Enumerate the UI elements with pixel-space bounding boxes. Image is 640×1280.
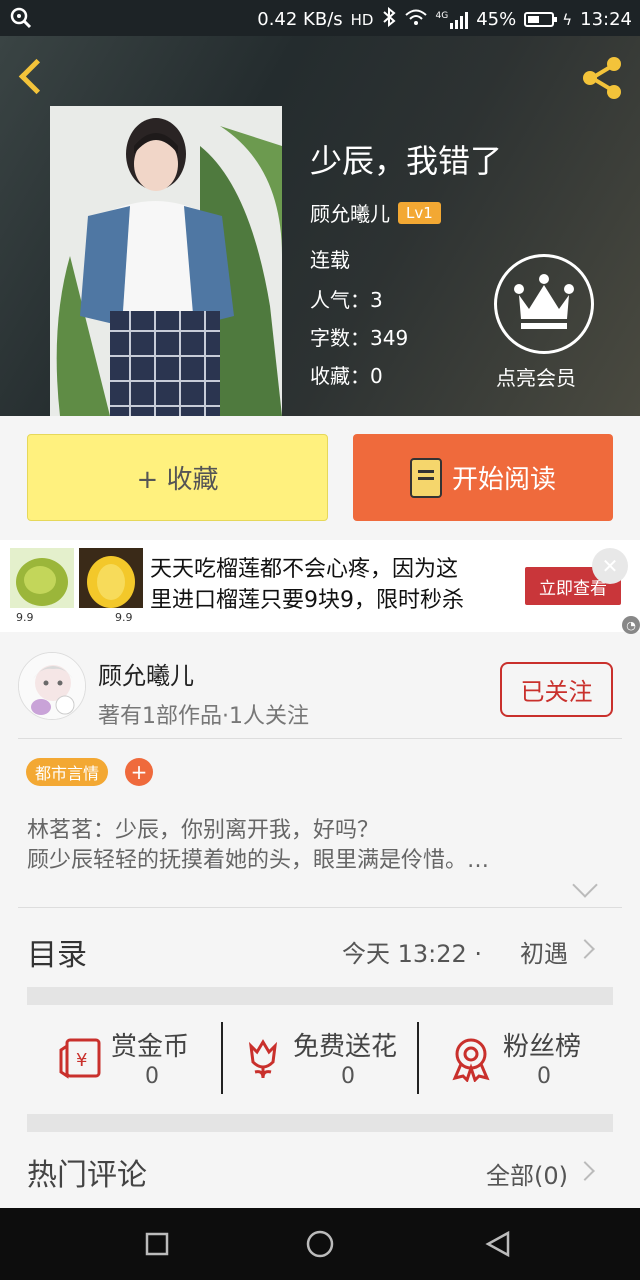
ad-durian-image-1: 9.9 <box>10 548 74 624</box>
signal-type: 4G <box>435 10 449 21</box>
favorites-label: 收藏： <box>310 364 370 388</box>
status-bar: 0.42 KB/s HD 4G 45% ϟ 13:24 <box>0 0 640 36</box>
toc-chevron-icon[interactable] <box>575 939 595 959</box>
add-tag-button[interactable]: + <box>125 758 153 786</box>
comments-chevron-icon[interactable] <box>575 1161 595 1181</box>
word-count-label: 字数： <box>310 326 370 350</box>
free-flowers-label: 免费送花 <box>293 1032 398 1062</box>
reward-stats: ¥ 赏金币 0 免费送花 0 粉丝榜 0 <box>27 1022 613 1094</box>
follow-button[interactable]: 已关注 <box>500 662 613 717</box>
author-name[interactable]: 顾允曦儿 <box>310 198 390 227</box>
divider <box>18 907 622 908</box>
wifi-icon <box>404 8 428 31</box>
free-flowers[interactable]: 免费送花 0 <box>221 1022 417 1094</box>
expand-chevron-icon[interactable] <box>572 872 598 898</box>
synopsis-line-2: 顾少辰轻轻的抚摸着她的头，眼里满是伶惜。… <box>27 848 490 873</box>
medal-icon <box>449 1036 493 1086</box>
book-title: 少辰，我错了 <box>310 142 503 180</box>
toc-updated-time: 今天 13:22 · <box>342 940 483 968</box>
popularity-label: 人气： <box>310 288 370 312</box>
fan-ranking[interactable]: 粉丝榜 0 <box>417 1022 613 1094</box>
vip-label[interactable]: 点亮会员 <box>496 362 576 391</box>
bluetooth-icon <box>382 6 396 32</box>
search-status-icon <box>10 7 32 34</box>
section-separator <box>27 1114 613 1132</box>
word-count-row: 字数：349 <box>310 322 408 351</box>
red-envelope-icon: ¥ <box>57 1036 103 1084</box>
back-button[interactable] <box>16 56 56 100</box>
crown-icon <box>514 274 574 329</box>
start-reading-label: 开始阅读 <box>451 465 556 495</box>
synopsis-line-1: 林茗茗：少辰，你别离开我，好吗？ <box>27 818 380 843</box>
reward-coins-value: 0 <box>145 1064 159 1089</box>
signal-icon: 4G <box>436 11 469 29</box>
flower-icon <box>243 1036 283 1084</box>
ad-durian-image-2: 9.9 <box>79 548 143 624</box>
charging-icon: ϟ <box>562 10 573 29</box>
word-count-value: 349 <box>370 326 409 350</box>
author-card[interactable]: 顾允曦儿 著有1部作品·1人关注 已关注 <box>0 640 640 740</box>
genre-tag[interactable]: 都市言情 <box>26 758 109 786</box>
popularity-value: 3 <box>370 288 383 312</box>
toc-label[interactable]: 目录 <box>27 930 87 974</box>
favorites-value: 0 <box>370 364 383 388</box>
add-favorite-button[interactable]: + 收藏 <box>27 434 328 521</box>
back-nav-icon[interactable] <box>484 1230 512 1262</box>
author-avatar[interactable] <box>18 652 86 720</box>
serial-status: 连载 <box>310 248 350 272</box>
book-cover-image[interactable] <box>50 106 282 416</box>
ad-mark-icon: ◔ <box>622 616 640 634</box>
home-icon[interactable] <box>306 1230 334 1262</box>
system-nav-bar <box>0 1208 640 1280</box>
ad-price-1: 9.9 <box>16 611 34 624</box>
ad-line-2: 里进口榴莲只要9块9，限时秒杀 <box>150 588 464 613</box>
network-speed: 0.42 KB/s <box>257 9 343 30</box>
author-row: 顾允曦儿 Lv1 <box>310 198 441 227</box>
battery-icon <box>524 12 558 27</box>
synopsis[interactable]: 林茗茗：少辰，你别离开我，好吗？ 顾少辰轻轻的抚摸着她的头，眼里满是伶惜。… <box>27 816 607 876</box>
level-badge: Lv1 <box>398 201 441 224</box>
free-flowers-value: 0 <box>341 1064 355 1089</box>
start-reading-button[interactable]: 开始阅读 <box>353 434 613 521</box>
fan-ranking-value: 0 <box>537 1064 551 1089</box>
fan-ranking-label: 粉丝榜 <box>503 1032 582 1062</box>
battery-percent: 45% <box>476 9 517 30</box>
hd-icon: HD <box>350 10 374 29</box>
ad-close-icon[interactable]: ✕ <box>592 548 628 584</box>
ad-price-2: 9.9 <box>115 611 133 624</box>
author-card-name[interactable]: 顾允曦儿 <box>98 656 194 691</box>
vip-crown-button[interactable] <box>494 254 594 354</box>
reward-coins[interactable]: ¥ 赏金币 0 <box>27 1022 221 1094</box>
book-icon <box>409 457 442 498</box>
ad-line-1: 天天吃榴莲都不会心疼，因为这 <box>150 557 459 582</box>
svg-text:¥: ¥ <box>76 1050 87 1071</box>
toc-latest-chapter[interactable]: 初遇 <box>520 934 568 969</box>
author-card-stats: 著有1部作品·1人关注 <box>98 704 309 729</box>
popularity-row: 人气：3 <box>310 284 383 313</box>
book-header: 少辰，我错了 顾允曦儿 Lv1 连载 人气：3 字数：349 收藏：0 点亮会员 <box>0 36 640 416</box>
hot-comments-label: 热门评论 <box>27 1158 147 1193</box>
favorites-row: 收藏：0 <box>310 360 383 389</box>
reward-coins-label: 赏金币 <box>111 1032 190 1062</box>
share-icon[interactable] <box>578 54 626 102</box>
ad-text: 天天吃榴莲都不会心疼，因为这 里进口榴莲只要9块9，限时秒杀 <box>150 554 510 616</box>
clock: 13:24 <box>580 9 632 30</box>
divider <box>18 738 622 739</box>
all-comments-link[interactable]: 全部(0) <box>486 1156 568 1191</box>
section-separator <box>27 987 613 1005</box>
recent-apps-icon[interactable] <box>145 1232 169 1260</box>
